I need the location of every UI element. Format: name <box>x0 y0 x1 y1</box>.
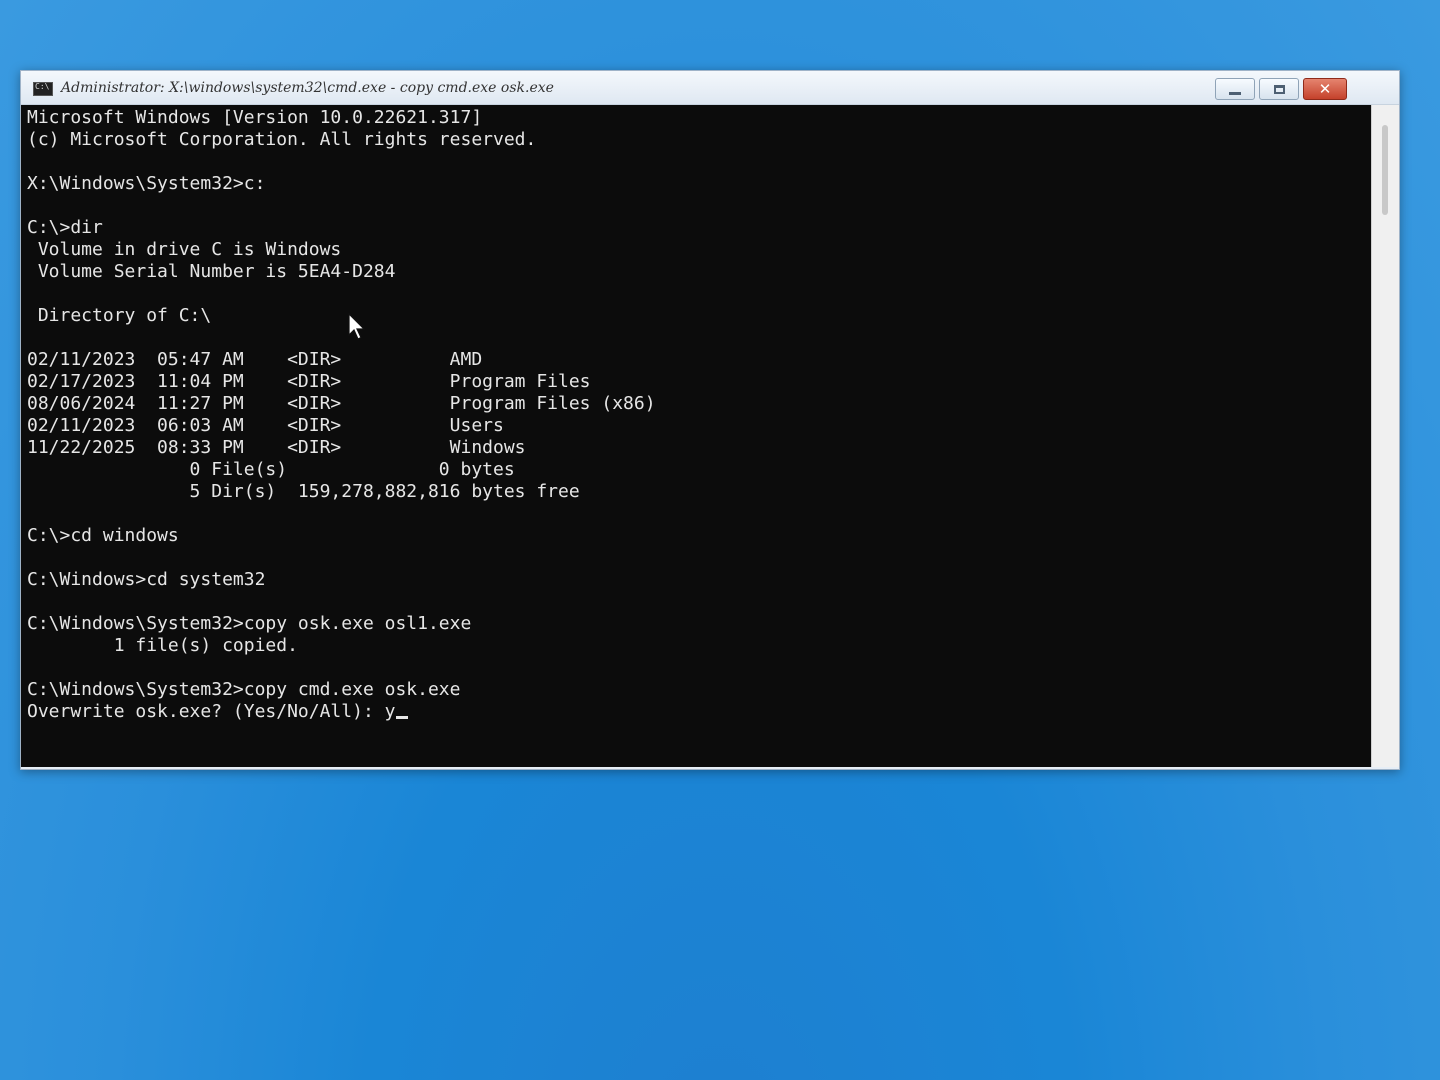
console-line: C:\Windows\System32>copy cmd.exe osk.exe <box>27 679 461 700</box>
minimize-button[interactable] <box>1215 78 1255 100</box>
minimize-icon <box>1229 91 1241 95</box>
close-button[interactable]: ✕ <box>1303 78 1347 100</box>
console-output[interactable]: Microsoft Windows [Version 10.0.22621.31… <box>21 105 1371 767</box>
prompt-text: Overwrite osk.exe? (Yes/No/All): y <box>27 701 396 722</box>
dir-summary: 0 File(s) 0 bytes <box>27 459 515 480</box>
dir-summary: 5 Dir(s) 159,278,882,816 bytes free <box>27 481 580 502</box>
console-line: Directory of C:\ <box>27 305 212 326</box>
text-cursor <box>396 716 409 719</box>
desktop: Administrator: X:\windows\system32\cmd.e… <box>0 0 1440 1080</box>
console-line: Microsoft Windows [Version 10.0.22621.31… <box>27 107 483 128</box>
scroll-thumb[interactable] <box>1382 125 1388 215</box>
maximize-icon <box>1273 84 1285 94</box>
console-line: X:\Windows\System32>c: <box>27 173 266 194</box>
dir-entry: 02/17/2023 11:04 PM <DIR> Program Files <box>27 371 591 392</box>
maximize-button[interactable] <box>1259 78 1299 100</box>
dir-entry: 02/11/2023 06:03 AM <DIR> Users <box>27 415 504 436</box>
console-line: Volume in drive C is Windows <box>27 239 342 260</box>
console-line: C:\>dir <box>27 217 103 238</box>
console-line: 1 file(s) copied. <box>27 635 298 656</box>
console-line: (c) Microsoft Corporation. All rights re… <box>27 129 537 150</box>
dir-entry: 11/22/2025 08:33 PM <DIR> Windows <box>27 437 526 458</box>
prompt-line[interactable]: Overwrite osk.exe? (Yes/No/All): y <box>27 701 409 723</box>
dir-entry: 02/11/2023 05:47 AM <DIR> AMD <box>27 349 483 370</box>
dir-entry: 08/06/2024 11:27 PM <DIR> Program Files … <box>27 393 656 414</box>
cmd-icon <box>33 82 53 96</box>
console-line: C:\Windows>cd system32 <box>27 569 266 590</box>
vertical-scrollbar[interactable] <box>1371 105 1399 767</box>
title-bar[interactable]: Administrator: X:\windows\system32\cmd.e… <box>21 71 1399 105</box>
console-line: C:\>cd windows <box>27 525 179 546</box>
console-line: Volume Serial Number is 5EA4-D284 <box>27 261 396 282</box>
console-line: C:\Windows\System32>copy osk.exe osl1.ex… <box>27 613 472 634</box>
window-title: Administrator: X:\windows\system32\cmd.e… <box>61 80 554 96</box>
close-icon: ✕ <box>1318 79 1332 98</box>
cmd-window[interactable]: Administrator: X:\windows\system32\cmd.e… <box>20 70 1400 770</box>
